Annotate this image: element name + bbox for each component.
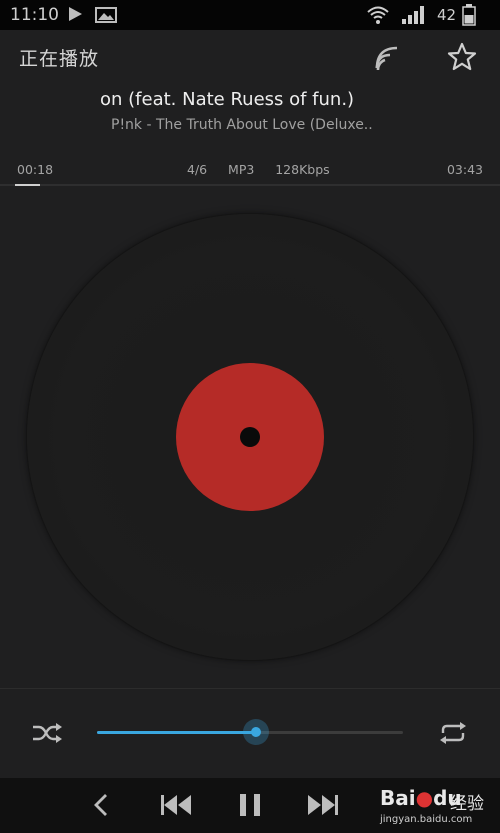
previous-icon[interactable] — [160, 792, 192, 818]
status-time: 11:10 — [10, 5, 59, 25]
star-icon[interactable] — [446, 41, 478, 73]
playback-controls-row — [0, 700, 500, 766]
watermark-logo-text: Bai — [380, 786, 416, 810]
record-label — [176, 363, 324, 511]
cast-icon[interactable] — [372, 41, 404, 73]
watermark-jingyan: 经验 — [450, 794, 484, 814]
signal-icon — [402, 6, 424, 24]
seek-bar-fill — [97, 731, 257, 734]
watermark-site: jingyan.baidu.com — [380, 814, 473, 825]
track-info-row: 00:18 4/6 MP3 128Kbps 03:43 — [0, 160, 500, 180]
page-title: 正在播放 — [19, 48, 100, 70]
track-format-info: 4/6 MP3 128Kbps — [187, 162, 330, 177]
album-art-area — [0, 186, 500, 686]
status-bar: 11:10 42 — [0, 0, 500, 30]
paw-icon: ● — [415, 786, 434, 810]
battery-icon — [462, 4, 476, 26]
play-notification-icon — [69, 7, 82, 21]
repeat-icon[interactable] — [436, 718, 470, 748]
image-notification-icon — [95, 7, 117, 23]
divider — [0, 688, 500, 689]
record-hole — [240, 427, 260, 447]
seek-bar[interactable] — [97, 719, 403, 745]
seek-thumb[interactable] — [243, 719, 270, 745]
battery-level: 42 — [437, 6, 457, 24]
wifi-icon — [367, 6, 389, 24]
total-duration: 03:43 — [446, 162, 483, 177]
pause-icon[interactable] — [236, 792, 264, 818]
header: 正在播放 — [0, 30, 500, 85]
back-icon[interactable] — [88, 791, 116, 819]
next-icon[interactable] — [307, 792, 339, 818]
elapsed-time: 00:18 — [17, 162, 54, 177]
artist-album: P!nk - The Truth About Love (Deluxe.. — [111, 117, 373, 133]
song-title: on (feat. Nate Ruess of fun.) — [100, 89, 355, 110]
shuffle-icon[interactable] — [30, 718, 64, 748]
vinyl-record — [27, 214, 473, 660]
baidu-watermark: Bai●du 经验 jingyan.baidu.com — [380, 786, 496, 830]
